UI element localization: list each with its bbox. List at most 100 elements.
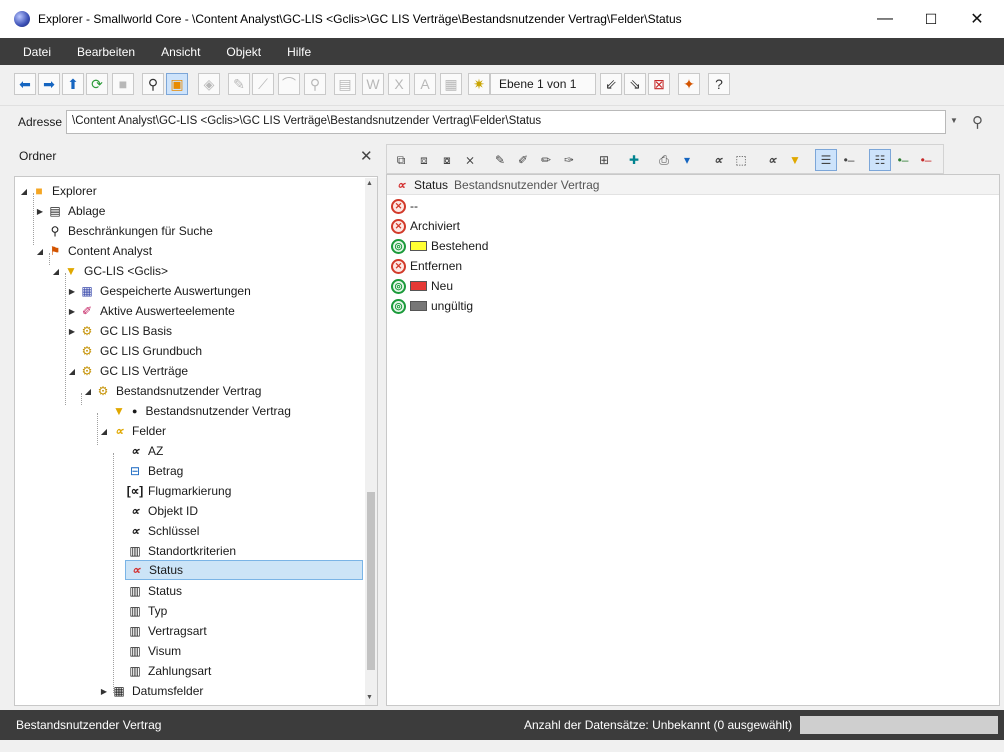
list-view-icon[interactable]: ☰: [815, 149, 837, 171]
print-icon[interactable]: ⎙: [653, 149, 675, 171]
scroll-down-icon[interactable]: ▼: [366, 694, 373, 701]
layer-object-icon[interactable]: ⧇: [436, 149, 458, 171]
list-item[interactable]: ◎ Bestehend: [391, 236, 488, 256]
tree-item-gc-lis-basis[interactable]: ▶ ⚙ GC LIS Basis: [67, 321, 172, 341]
layer-star-icon[interactable]: ✷: [468, 73, 490, 95]
list-item[interactable]: ✕ Entfernen: [391, 256, 462, 276]
tree-item-content-analyst[interactable]: ◢ ⚑ Content Analyst: [35, 241, 152, 261]
menu-ansicht[interactable]: Ansicht: [150, 45, 211, 59]
red-dot-icon[interactable]: •–: [915, 149, 937, 171]
tree-item-status-selected[interactable]: ∝ Status: [125, 560, 363, 580]
tree-view-icon[interactable]: ⊞: [593, 149, 615, 171]
forward-arrow-icon[interactable]: ➡: [38, 73, 60, 95]
address-input[interactable]: \Content Analyst\GC-LIS <Gclis>\GC LIS V…: [66, 110, 946, 134]
tree-item-betrag[interactable]: ⊟ Betrag: [127, 461, 183, 481]
edit-line-icon[interactable]: ✐: [512, 149, 534, 171]
tree-item-standortkriterien[interactable]: ▥ Standortkriterien: [127, 541, 236, 561]
alpha-filter-icon[interactable]: ∝: [707, 149, 729, 171]
title-bar: Explorer - Smallworld Core - \Content An…: [0, 0, 1004, 38]
saved-reports-icon: ▦: [81, 284, 93, 298]
up-arrow-icon[interactable]: ⬆: [62, 73, 84, 95]
tree-item-datumsfelder[interactable]: ▶ ▦ Datumsfelder: [99, 681, 203, 701]
curve-icon[interactable]: ⌒: [278, 73, 300, 95]
tree-item-az[interactable]: ∝ AZ: [127, 441, 164, 461]
edit-area-icon[interactable]: ✏: [535, 149, 557, 171]
eraser-icon[interactable]: ◈: [198, 73, 220, 95]
tree-item-gc-lis-vertraege[interactable]: ◢ ⚙ GC LIS Verträge: [67, 361, 188, 381]
book-icon: ▥: [129, 624, 141, 638]
tree-item-typ[interactable]: ▥ Typ: [127, 601, 167, 621]
access-export-icon[interactable]: A: [414, 73, 436, 95]
detail-view-icon[interactable]: •–: [838, 149, 860, 171]
tree-item-status-list[interactable]: ▥ Status: [127, 581, 182, 601]
delete-object-icon[interactable]: ⨯: [459, 149, 481, 171]
search-icon[interactable]: ⚲: [142, 73, 164, 95]
color-swatch-yellow: [410, 241, 427, 251]
tree-item-flugmarkierung[interactable]: [∝] Flugmarkierung: [127, 481, 232, 501]
tree-item-gc-lis-grundbuch[interactable]: ⚙ GC LIS Grundbuch: [79, 341, 202, 361]
filter-left-icon[interactable]: ⇙: [600, 73, 622, 95]
green-list-icon[interactable]: ☷: [869, 149, 891, 171]
list-item[interactable]: ✕ Archiviert: [391, 216, 460, 236]
line-icon[interactable]: ⟋: [252, 73, 274, 95]
tree-item-ablage[interactable]: ▶ ▤ Ablage: [35, 201, 105, 221]
list-item[interactable]: ◎ ungültig: [391, 296, 473, 316]
menu-objekt[interactable]: Objekt: [215, 45, 272, 59]
add-field-icon[interactable]: ✚: [623, 149, 645, 171]
back-arrow-icon[interactable]: ⬅: [14, 73, 36, 95]
tree-item-bestandsnutzender-vertrag-folder[interactable]: ◢ ⚙ Bestandsnutzender Vertrag: [83, 381, 262, 401]
tree-item-explorer[interactable]: ◢ ■ Explorer: [19, 181, 97, 201]
edit-multi-icon[interactable]: ✑: [558, 149, 580, 171]
filter-edit-icon[interactable]: ▼: [784, 149, 806, 171]
menu-hilfe[interactable]: Hilfe: [276, 45, 322, 59]
image-export-icon[interactable]: ▦: [440, 73, 462, 95]
menu-bearbeiten[interactable]: Bearbeiten: [66, 45, 146, 59]
tree-item-visum[interactable]: ▥ Visum: [127, 641, 181, 661]
close-icon[interactable]: ✕: [360, 147, 373, 165]
close-button[interactable]: ✕: [954, 0, 1000, 38]
copy-object-icon[interactable]: ⧈: [413, 149, 435, 171]
list-item[interactable]: ◎ Neu: [391, 276, 453, 296]
tree-scrollbar[interactable]: ▲ ▼: [365, 178, 377, 705]
select-frame-icon[interactable]: ⬚: [730, 149, 752, 171]
database-icon[interactable]: ▤: [334, 73, 356, 95]
tree-item-zahlungsart[interactable]: ▥ Zahlungsart: [127, 661, 211, 681]
filter-save-icon[interactable]: ▾: [676, 149, 698, 171]
maximize-button[interactable]: ☐: [908, 0, 954, 38]
pin-icon[interactable]: ⚲: [304, 73, 326, 95]
tree-item-vertragsart[interactable]: ▥ Vertragsart: [127, 621, 206, 641]
tree-item-aktive-auswerteelemente[interactable]: ▶ ✐ Aktive Auswerteelemente: [67, 301, 235, 321]
alpha-refresh-icon[interactable]: ∝: [761, 149, 783, 171]
filter-remove-icon[interactable]: ⊠: [648, 73, 670, 95]
pen-icon[interactable]: ✎: [228, 73, 250, 95]
folders-icon[interactable]: ▣: [166, 73, 188, 95]
filter-right-icon[interactable]: ⇘: [624, 73, 646, 95]
minimize-button[interactable]: —: [862, 0, 908, 38]
tree-item-schluessel[interactable]: ∝ Schlüssel: [127, 521, 200, 541]
refresh-icon[interactable]: ⟳: [86, 73, 108, 95]
stop-icon[interactable]: ■: [112, 73, 134, 95]
menu-datei[interactable]: Datei: [12, 45, 62, 59]
tree-item-gespeicherte-auswertungen[interactable]: ▶ ▦ Gespeicherte Auswertungen: [67, 281, 251, 301]
edit-pen-icon[interactable]: ✎: [489, 149, 511, 171]
tree-item-felder[interactable]: ◢ ∝ Felder: [99, 421, 166, 441]
tree-item-bestandsnutzender-vertrag-filter[interactable]: ▼ ● Bestandsnutzender Vertrag: [111, 401, 291, 421]
word-export-icon[interactable]: W: [362, 73, 384, 95]
chevron-down-icon[interactable]: ▼: [950, 116, 958, 125]
folder-icon: ■: [35, 184, 43, 198]
field-alpha-icon: ∝: [130, 444, 140, 458]
list-item[interactable]: ✕ --: [391, 196, 418, 216]
help-icon[interactable]: ?: [708, 73, 730, 95]
tree-item-beschraenkungen[interactable]: ⚲ Beschränkungen für Suche: [47, 221, 213, 241]
scroll-up-icon[interactable]: ▲: [366, 180, 373, 187]
green-dot-icon[interactable]: •–: [892, 149, 914, 171]
map-tools-icon[interactable]: ✦: [678, 73, 700, 95]
content-header: ∝ Status Bestandsnutzender Vertrag: [387, 175, 999, 195]
excel-export-icon[interactable]: X: [388, 73, 410, 95]
tree-item-gc-lis[interactable]: ◢ ▼ GC-LIS <Gclis>: [51, 261, 168, 281]
insert-object-icon[interactable]: ⧉: [390, 149, 412, 171]
scroll-thumb[interactable]: [367, 492, 375, 670]
ebene-indicator[interactable]: Ebene 1 von 1: [490, 73, 596, 95]
tree-item-objekt-id[interactable]: ∝ Objekt ID: [127, 501, 198, 521]
search-icon[interactable]: ⚲: [972, 113, 983, 131]
